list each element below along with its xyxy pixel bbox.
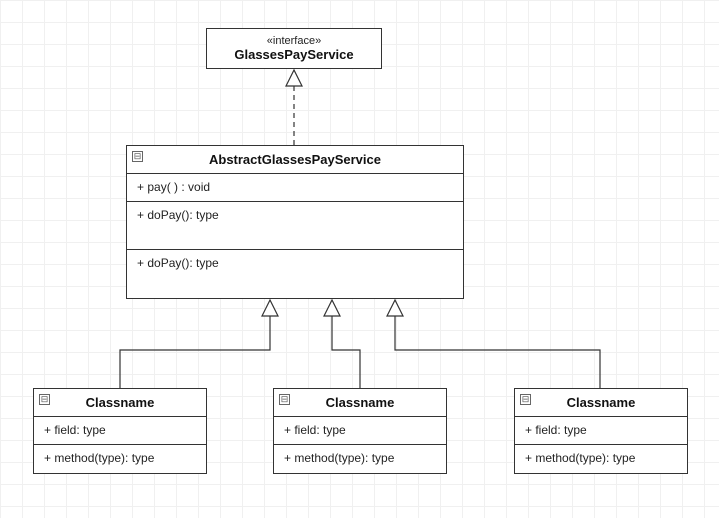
abstract-method-0: + pay( ) : void <box>127 174 463 202</box>
subclass-header-0: ⊟ Classname <box>34 389 206 417</box>
subclass-method-0: + method(type): type <box>34 445 206 473</box>
interface-stereotype: «interface» <box>215 35 373 47</box>
subclass-box-2[interactable]: ⊟ Classname + field: type + method(type)… <box>514 388 688 474</box>
collapse-icon[interactable]: ⊟ <box>132 151 143 162</box>
subclass-field-1: + field: type <box>274 417 446 445</box>
subclass-field-0: + field: type <box>34 417 206 445</box>
subclass-box-0[interactable]: ⊟ Classname + field: type + method(type)… <box>33 388 207 474</box>
subclass-name-0: Classname <box>42 395 198 410</box>
interface-box[interactable]: «interface» GlassesPayService <box>206 28 382 69</box>
diagram-canvas: «interface» GlassesPayService ⊟ Abstract… <box>0 0 719 518</box>
interface-name: GlassesPayService <box>215 47 373 62</box>
subclass-name-1: Classname <box>282 395 438 410</box>
abstract-class-box[interactable]: ⊟ AbstractGlassesPayService + pay( ) : v… <box>126 145 464 299</box>
subclass-header-2: ⊟ Classname <box>515 389 687 417</box>
subclass-name-2: Classname <box>523 395 679 410</box>
abstract-method-1: + doPay(): type <box>127 202 463 250</box>
abstract-class-name: AbstractGlassesPayService <box>135 152 455 167</box>
abstract-method-2: + doPay(): type <box>127 250 463 298</box>
subclass-field-2: + field: type <box>515 417 687 445</box>
subclass-box-1[interactable]: ⊟ Classname + field: type + method(type)… <box>273 388 447 474</box>
collapse-icon[interactable]: ⊟ <box>520 394 531 405</box>
abstract-class-header: ⊟ AbstractGlassesPayService <box>127 146 463 174</box>
interface-header: «interface» GlassesPayService <box>207 29 381 68</box>
subclass-method-2: + method(type): type <box>515 445 687 473</box>
subclass-method-1: + method(type): type <box>274 445 446 473</box>
collapse-icon[interactable]: ⊟ <box>279 394 290 405</box>
subclass-header-1: ⊟ Classname <box>274 389 446 417</box>
collapse-icon[interactable]: ⊟ <box>39 394 50 405</box>
